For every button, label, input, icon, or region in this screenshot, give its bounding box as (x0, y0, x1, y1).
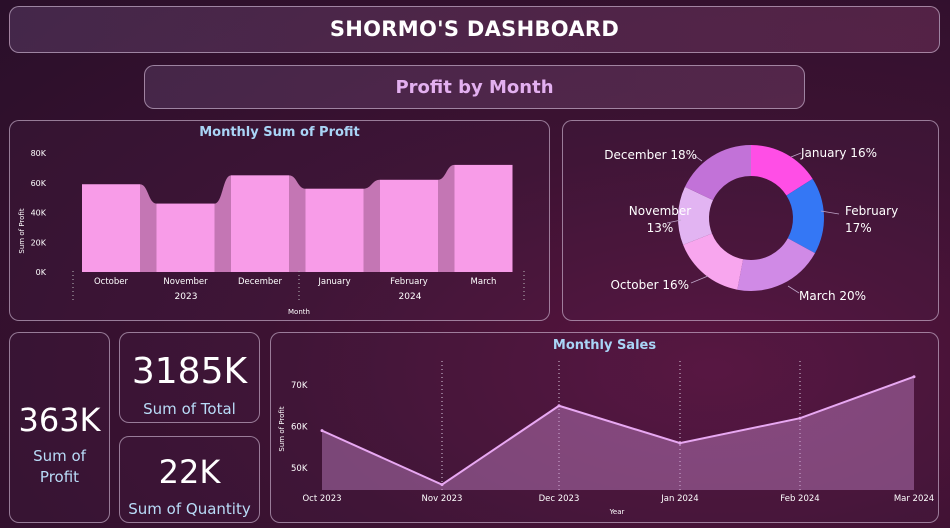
bar-ribbon (363, 179, 380, 272)
donut-label-february: February 17% (845, 204, 898, 235)
year-label-2024: 2024 (399, 292, 422, 302)
donut-chart-panel[interactable]: January 16% February 17% March 20% Octobe… (562, 120, 939, 321)
kpi-total-value: 3185K (131, 351, 248, 392)
kpi-card-profit[interactable]: 363K Sum of Profit (9, 332, 110, 523)
line-chart[interactable]: Sum of Profit 70K 60K 50K Oct 2023 Nov 2023… (271, 333, 940, 524)
donut-slice-october[interactable] (683, 233, 744, 290)
kpi-card-quantity[interactable]: 22K Sum of Quantity (119, 436, 260, 523)
line-xtick: Dec 2023 (539, 494, 580, 504)
donut-label-october: October 16% (610, 278, 689, 292)
bar-xtick: March (471, 277, 497, 287)
line-ytick: 50K (291, 464, 308, 474)
bar-chart[interactable]: Sum of Profit 80K 60K 40K 20K 0K October Nove… (10, 121, 551, 322)
year-label-2023: 2023 (175, 292, 198, 302)
bar-xtick: October (94, 277, 129, 287)
dashboard-title-bar: SHORMO'S DASHBOARD (9, 6, 940, 53)
line-xtick: Feb 2024 (780, 494, 819, 504)
bar-ribbon (289, 175, 306, 272)
sales-point[interactable] (320, 429, 324, 433)
sales-point[interactable] (678, 441, 682, 445)
bar-ytick: 20K (31, 238, 47, 247)
line-xtick: Nov 2023 (422, 494, 463, 504)
sales-point[interactable] (440, 483, 444, 487)
dashboard-title: SHORMO'S DASHBOARD (329, 17, 620, 41)
bar-ribbon (214, 175, 231, 272)
kpi-quantity-value: 22K (158, 453, 221, 491)
bar-december[interactable] (231, 175, 289, 272)
sales-area (322, 376, 914, 490)
page-subtitle-bar: Profit by Month (144, 65, 805, 109)
bar-chart-xlabel: Month (288, 308, 310, 316)
sales-point[interactable] (557, 404, 561, 408)
bar-xtick: January (317, 277, 350, 287)
line-ytick: 70K (291, 381, 308, 391)
bar-ytick: 80K (31, 149, 47, 158)
donut-label-january: January 16% (800, 146, 877, 160)
page-subtitle: Profit by Month (395, 77, 554, 98)
sales-point[interactable] (798, 416, 802, 420)
line-xtick: Jan 2024 (660, 494, 698, 504)
leader-october (690, 275, 709, 284)
bar-march[interactable] (454, 164, 513, 272)
donut-label-december: December 18% (604, 148, 697, 162)
line-chart-ylabel: Sum of Profit (278, 406, 286, 451)
bar-ytick: 60K (31, 179, 47, 188)
bar-january[interactable] (305, 188, 364, 272)
line-ytick: 60K (291, 423, 308, 433)
bar-february[interactable] (380, 179, 438, 272)
kpi-profit-value: 363K (18, 401, 101, 439)
donut-chart[interactable]: January 16% February 17% March 20% Octobe… (563, 121, 940, 322)
bar-xtick: February (390, 277, 428, 287)
line-chart-panel[interactable]: Monthly Sales Sum of Profit 70K 60K 50K Oc… (270, 332, 939, 523)
bar-chart-panel[interactable]: Monthly Sum of Profit Sum of Profit 80K 6… (9, 120, 550, 321)
kpi-total-label: Sum of Total (143, 400, 236, 418)
bar-ytick: 0K (36, 268, 47, 277)
leader-january (790, 152, 802, 158)
bar-chart-ylabel: Sum of Profit (18, 208, 26, 253)
bar-xtick: November (163, 277, 208, 287)
line-chart-xlabel: Year (609, 508, 625, 516)
bar-november[interactable] (156, 203, 215, 272)
kpi-quantity-label: Sum of Quantity (128, 500, 251, 518)
kpi-card-total[interactable]: 3185K Sum of Total (119, 332, 260, 423)
line-xtick: Mar 2024 (894, 494, 934, 504)
bar-october[interactable] (82, 184, 140, 272)
line-xtick: Oct 2023 (302, 494, 341, 504)
bar-ribbon (140, 184, 157, 272)
bar-xtick: December (238, 277, 283, 287)
leader-march (787, 285, 800, 294)
sales-point[interactable] (912, 375, 916, 379)
kpi-profit-label: Sum of Profit (33, 447, 86, 486)
bar-ytick: 40K (31, 209, 47, 218)
bar-ribbon (438, 164, 455, 272)
donut-label-march: March 20% (799, 289, 866, 303)
